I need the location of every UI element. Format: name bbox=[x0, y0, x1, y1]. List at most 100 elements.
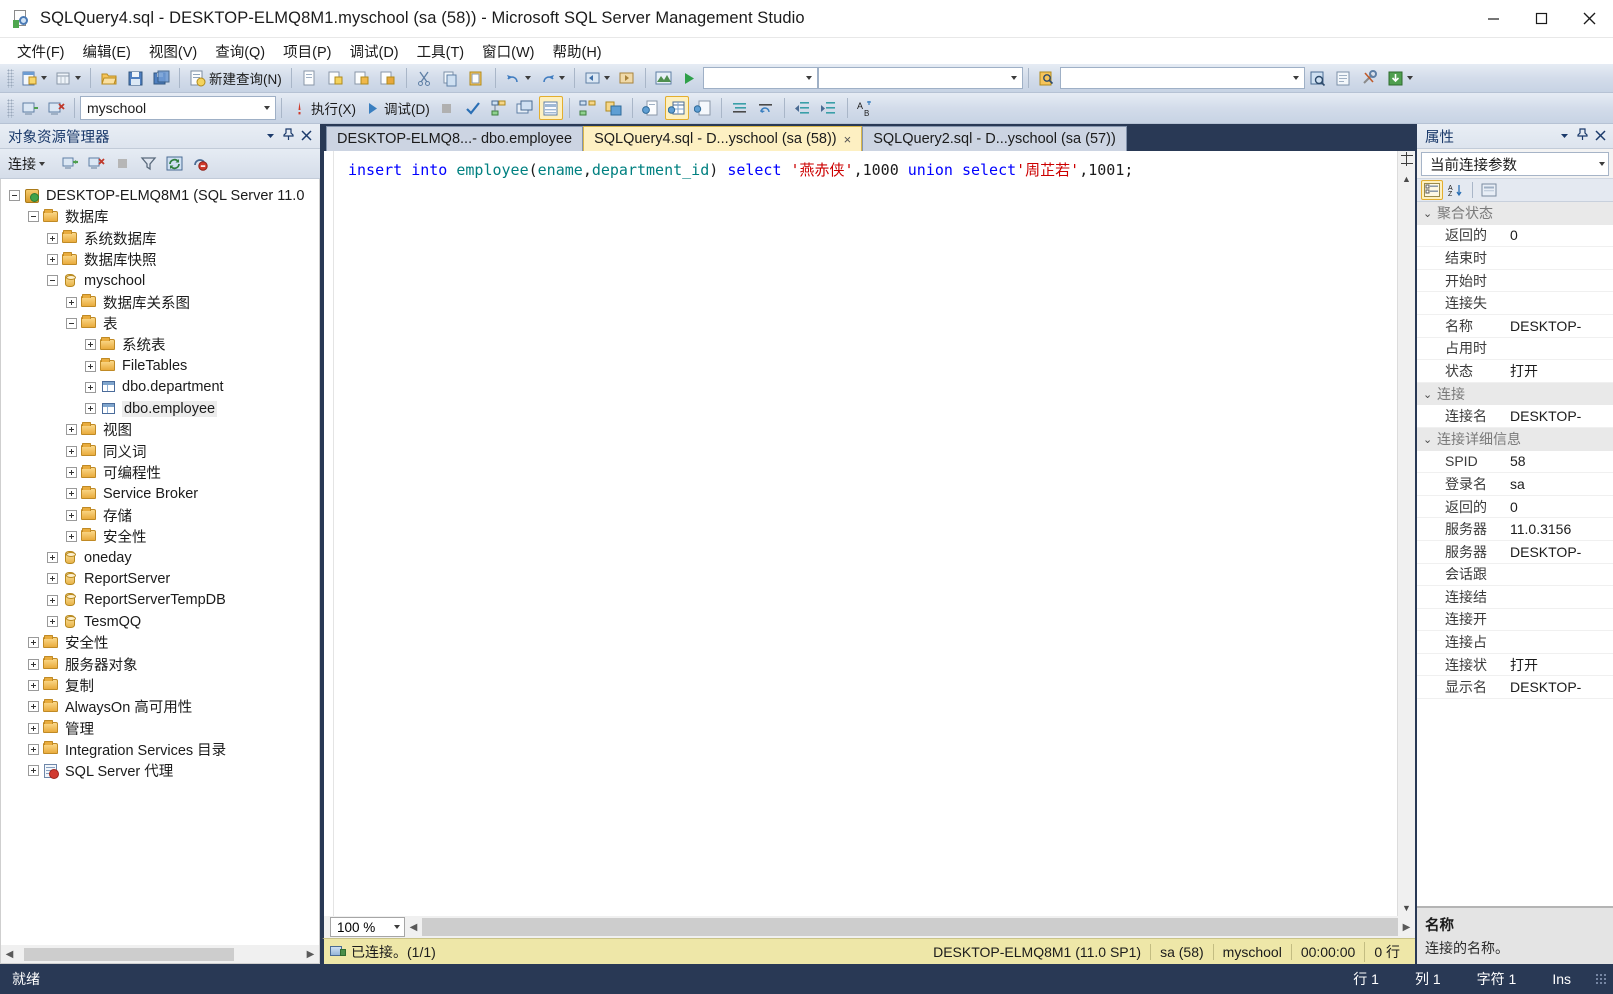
tree-node[interactable]: DESKTOP-ELMQ8M1 (SQL Server 11.0 bbox=[1, 185, 319, 206]
run-icon[interactable] bbox=[678, 66, 702, 90]
expand-node-icon[interactable] bbox=[66, 296, 77, 308]
chevron-down-icon[interactable] bbox=[1559, 128, 1570, 144]
property-row[interactable]: 占用时 bbox=[1417, 338, 1613, 361]
pin-icon[interactable] bbox=[283, 128, 294, 144]
tree-node[interactable]: 同义词 bbox=[1, 441, 319, 462]
expand-node-icon[interactable] bbox=[66, 509, 77, 521]
tree-node[interactable]: dbo.department bbox=[1, 377, 319, 398]
chevron-down-icon[interactable] bbox=[1005, 76, 1020, 80]
chevron-down-icon[interactable] bbox=[394, 925, 400, 929]
property-pages-icon[interactable] bbox=[1478, 180, 1500, 200]
property-value[interactable]: 0 bbox=[1507, 499, 1613, 515]
include-actual-plan-icon[interactable] bbox=[576, 96, 600, 120]
tab-dbo-employee[interactable]: DESKTOP-ELMQ8...- dbo.employee bbox=[326, 126, 584, 151]
property-value[interactable]: sa bbox=[1507, 476, 1613, 492]
menu-item-view[interactable]: 视图(V) bbox=[140, 38, 206, 65]
scroll-down-arrow[interactable]: ▼ bbox=[1399, 900, 1415, 916]
property-row[interactable]: 显示名 DESKTOP- bbox=[1417, 676, 1613, 700]
tree-node[interactable]: AlwaysOn 高可用性 bbox=[1, 696, 319, 717]
property-row[interactable]: 开始时 bbox=[1417, 270, 1613, 293]
db-engine-query-icon[interactable] bbox=[298, 66, 322, 90]
close-icon[interactable] bbox=[301, 128, 312, 144]
save-all-button[interactable] bbox=[149, 66, 173, 90]
expand-node-icon[interactable] bbox=[85, 360, 96, 372]
property-row[interactable]: 名称 DESKTOP- bbox=[1417, 315, 1613, 338]
increase-indent-icon[interactable] bbox=[817, 96, 841, 120]
chevron-down-icon[interactable] bbox=[75, 76, 81, 80]
tree-node[interactable]: 数据库关系图 bbox=[1, 291, 319, 312]
properties-object-selector[interactable]: 当前连接参数 bbox=[1421, 152, 1609, 176]
expand-node-icon[interactable] bbox=[47, 552, 58, 564]
close-icon[interactable] bbox=[1565, 0, 1613, 38]
results-to-grid-icon[interactable] bbox=[664, 96, 689, 120]
property-row[interactable]: 连接开 bbox=[1417, 609, 1613, 632]
minimize-icon[interactable] bbox=[1469, 0, 1517, 38]
oe-connect-icon[interactable] bbox=[58, 152, 82, 176]
new-item-button[interactable] bbox=[52, 66, 84, 90]
property-row[interactable]: 连接状 打开 bbox=[1417, 654, 1613, 677]
results-to-report-icon[interactable] bbox=[691, 96, 715, 120]
property-row[interactable]: 会话跟 bbox=[1417, 564, 1613, 587]
property-row[interactable]: 返回的 0 bbox=[1417, 225, 1613, 248]
scroll-up-arrow[interactable]: ▲ bbox=[1399, 171, 1415, 187]
property-row[interactable]: 连接结 bbox=[1417, 586, 1613, 609]
query-options-icon[interactable] bbox=[513, 96, 537, 120]
toolbar-grip[interactable] bbox=[7, 98, 14, 118]
chevron-down-icon[interactable] bbox=[558, 76, 565, 80]
property-row[interactable]: 连接失 bbox=[1417, 292, 1613, 315]
template-explorer-icon[interactable] bbox=[1332, 66, 1356, 90]
chevron-down-icon[interactable] bbox=[258, 106, 273, 110]
tree-node[interactable]: 数据库快照 bbox=[1, 249, 319, 270]
property-row[interactable]: 返回的 0 bbox=[1417, 496, 1613, 519]
expand-node-icon[interactable] bbox=[28, 637, 39, 649]
property-value[interactable]: DESKTOP- bbox=[1507, 679, 1613, 695]
properties-grid[interactable]: ⌄ 聚合状态 返回的 0 结束时 开始时 连接失 名称 DESKTOP- 占用时 状态 打开 ⌄ 连接 连接… bbox=[1417, 202, 1613, 906]
expand-node-icon[interactable] bbox=[47, 594, 58, 606]
connect-dropdown-button[interactable]: 连接 bbox=[8, 154, 45, 174]
expand-node-icon[interactable] bbox=[47, 254, 58, 266]
expand-node-icon[interactable] bbox=[85, 381, 96, 393]
tree-node[interactable]: 系统数据库 bbox=[1, 228, 319, 249]
help-download-icon[interactable] bbox=[1384, 66, 1416, 90]
menu-item-project[interactable]: 项目(P) bbox=[274, 38, 340, 65]
expand-node-icon[interactable] bbox=[28, 743, 39, 755]
property-row[interactable]: 结束时 bbox=[1417, 247, 1613, 270]
property-value[interactable]: 11.0.3156 bbox=[1507, 521, 1613, 537]
oe-disconnect-icon[interactable] bbox=[84, 152, 108, 176]
tree-node[interactable]: TesmQQ bbox=[1, 611, 319, 632]
comment-lines-icon[interactable] bbox=[728, 96, 752, 120]
include-client-statistics-icon[interactable] bbox=[602, 96, 626, 120]
expand-node-icon[interactable] bbox=[28, 701, 39, 713]
menu-item-edit[interactable]: 编辑(E) bbox=[74, 38, 140, 65]
expand-node-icon[interactable] bbox=[28, 722, 39, 734]
close-icon[interactable] bbox=[1595, 128, 1606, 144]
tree-node[interactable]: SQL Server 代理 bbox=[1, 760, 319, 781]
property-row[interactable]: 连接名 DESKTOP- bbox=[1417, 405, 1613, 428]
tree-node[interactable]: oneday bbox=[1, 547, 319, 568]
navigate-backward-icon[interactable] bbox=[581, 66, 613, 90]
stop-icon[interactable] bbox=[435, 96, 459, 120]
tree-node[interactable]: Integration Services 目录 bbox=[1, 739, 319, 760]
scroll-thumb[interactable] bbox=[422, 918, 1398, 936]
show-diagram-icon[interactable] bbox=[652, 66, 676, 90]
resize-grip[interactable] bbox=[1595, 973, 1607, 985]
toolbar-grip[interactable] bbox=[7, 68, 14, 88]
collapse-node-icon[interactable] bbox=[66, 317, 77, 329]
paste-icon[interactable] bbox=[465, 66, 489, 90]
disconnect-icon[interactable] bbox=[44, 96, 68, 120]
analysis-dmx-query-icon[interactable] bbox=[350, 66, 374, 90]
collapse-node-icon[interactable] bbox=[28, 211, 39, 223]
property-value[interactable]: DESKTOP- bbox=[1507, 544, 1613, 560]
collapse-node-icon[interactable] bbox=[9, 190, 20, 202]
property-value[interactable]: 0 bbox=[1507, 227, 1613, 243]
tree-node[interactable]: 数据库 bbox=[1, 206, 319, 227]
uncomment-lines-icon[interactable] bbox=[754, 96, 778, 120]
expand-node-icon[interactable] bbox=[66, 445, 77, 457]
save-button[interactable] bbox=[123, 66, 147, 90]
property-row[interactable]: 状态 打开 bbox=[1417, 360, 1613, 383]
xmla-query-icon[interactable] bbox=[376, 66, 400, 90]
expand-node-icon[interactable] bbox=[47, 573, 58, 585]
property-category[interactable]: ⌄ 聚合状态 bbox=[1417, 202, 1613, 225]
scroll-left-arrow[interactable]: ◀ bbox=[405, 919, 422, 936]
redo-icon[interactable] bbox=[536, 66, 568, 90]
